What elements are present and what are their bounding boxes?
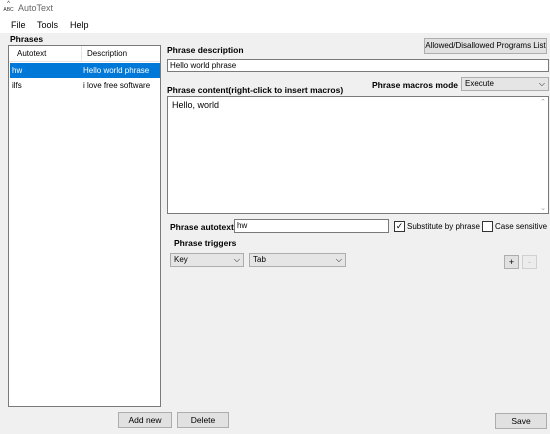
content-label: Phrase content(right-click to insert mac…	[167, 85, 344, 95]
substitute-checkbox[interactable]: ✓	[394, 221, 405, 232]
trigger-type-value: Key	[174, 255, 188, 264]
chevron-down-icon: ⌵	[335, 255, 342, 264]
chevron-down-icon: ⌵	[538, 79, 545, 88]
menu-file[interactable]: File	[11, 20, 26, 30]
description-label: Phrase description	[167, 45, 244, 55]
save-button[interactable]: Save	[495, 413, 547, 429]
title-bar: ^ ABC AutoText	[0, 0, 550, 17]
row-autotext: hw	[12, 66, 23, 75]
phrases-list[interactable]: Autotext Description hw Hello world phra…	[8, 45, 161, 407]
chevron-down-icon: ⌵	[233, 255, 240, 264]
remove-trigger-button[interactable]: -	[522, 255, 537, 269]
content-value: Hello, world	[172, 100, 220, 110]
column-header-autotext[interactable]: Autotext	[17, 49, 46, 58]
case-sensitive-label: Case sensitive	[495, 222, 548, 231]
scroll-up-icon[interactable]: ⌃	[540, 98, 546, 106]
row-autotext: ilfs	[12, 81, 22, 90]
macros-mode-value: Execute	[465, 79, 494, 88]
add-new-button[interactable]: Add new	[118, 412, 172, 428]
list-header: Autotext Description	[9, 46, 160, 62]
substitute-label: Substitute by phrase	[407, 222, 480, 231]
title-strip	[305, 17, 373, 32]
add-trigger-button[interactable]: +	[504, 255, 519, 269]
row-description: i love free software	[83, 81, 151, 90]
menu-help[interactable]: Help	[70, 20, 89, 30]
menu-tools[interactable]: Tools	[37, 20, 58, 30]
table-row[interactable]: hw Hello world phrase	[10, 63, 160, 78]
table-row[interactable]: ilfs i love free software	[10, 78, 160, 93]
autotext-field[interactable]: hw	[234, 219, 389, 233]
trigger-type-select[interactable]: Key ⌵	[170, 253, 244, 267]
scroll-down-icon[interactable]: ⌄	[540, 204, 546, 212]
column-header-description[interactable]: Description	[87, 49, 127, 58]
case-sensitive-checkbox[interactable]	[482, 221, 493, 232]
menu-bar: File Tools Help	[0, 17, 550, 33]
trigger-key-select[interactable]: Tab ⌵	[249, 253, 346, 267]
macros-mode-label: Phrase macros mode	[372, 80, 458, 90]
allowed-programs-button[interactable]: Allowed/Disallowed Programs List	[424, 38, 547, 54]
window-title: AutoText	[18, 3, 54, 13]
autotext-label: Phrase autotext	[170, 222, 234, 232]
triggers-label: Phrase triggers	[174, 238, 237, 248]
app-icon: ^ ABC	[3, 1, 14, 13]
content-textarea[interactable]: Hello, world ⌃ ⌄	[167, 96, 549, 214]
row-description: Hello world phrase	[83, 66, 150, 75]
phrases-label: Phrases	[10, 34, 44, 44]
delete-button[interactable]: Delete	[177, 412, 229, 428]
macros-mode-select[interactable]: Execute ⌵	[461, 77, 549, 91]
trigger-key-value: Tab	[253, 255, 266, 264]
column-separator[interactable]	[81, 46, 82, 62]
description-field[interactable]: Hello world phrase	[167, 59, 549, 72]
